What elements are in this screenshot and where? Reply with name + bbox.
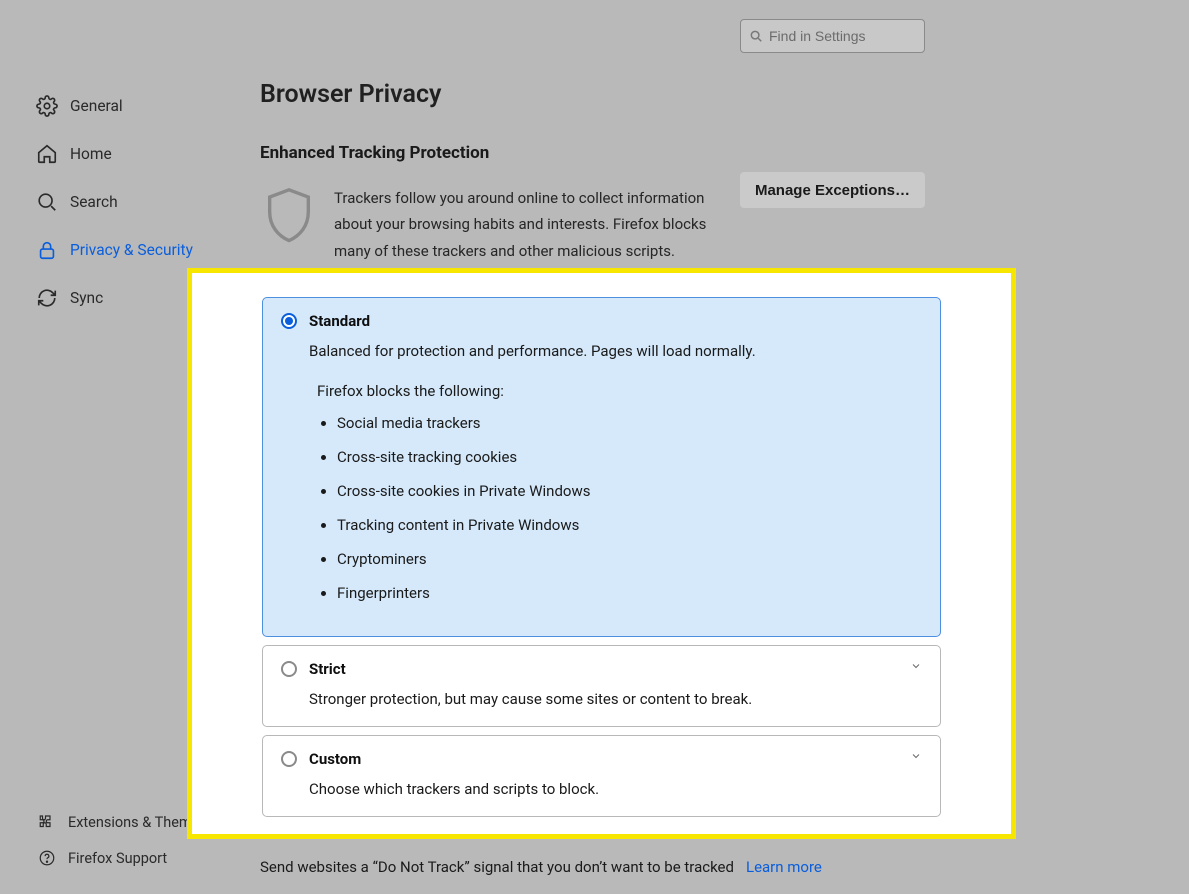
footer-firefox-support[interactable]: Firefox Support (38, 840, 258, 876)
home-icon (36, 143, 58, 165)
option-card-standard[interactable]: Standard Balanced for protection and per… (262, 297, 941, 637)
sidebar-item-label: Sync (70, 289, 103, 307)
list-item: Fingerprinters (337, 584, 922, 602)
do-not-track-text: Send websites a “Do Not Track” signal th… (260, 858, 822, 876)
sidebar-item-home[interactable]: Home (36, 130, 236, 178)
option-title-strict: Strict (309, 660, 346, 678)
section-title-etp: Enhanced Tracking Protection (260, 143, 940, 163)
lock-icon (36, 239, 58, 261)
sidebar-item-general[interactable]: General (36, 82, 236, 130)
radio-standard[interactable] (281, 313, 297, 329)
sidebar-item-label: Home (70, 145, 112, 163)
option-desc-custom: Choose which trackers and scripts to blo… (309, 780, 922, 798)
puzzle-icon (38, 813, 56, 831)
option-card-custom[interactable]: Custom Choose which trackers and scripts… (262, 735, 941, 817)
help-icon (38, 849, 56, 867)
search-icon (749, 29, 763, 43)
sidebar-item-label: General (70, 97, 123, 115)
shield-icon (260, 185, 318, 247)
gear-icon (36, 95, 58, 117)
standard-blocks-intro: Firefox blocks the following: (317, 382, 922, 400)
option-desc-strict: Stronger protection, but may cause some … (309, 690, 922, 708)
option-desc-standard: Balanced for protection and performance.… (309, 342, 922, 360)
list-item: Tracking content in Private Windows (337, 516, 922, 534)
chevron-down-icon[interactable] (910, 750, 922, 762)
sidebar-item-privacy-security[interactable]: Privacy & Security (36, 226, 236, 274)
list-item: Cross-site cookies in Private Windows (337, 482, 922, 500)
list-item: Social media trackers (337, 414, 922, 432)
option-title-standard: Standard (309, 312, 370, 330)
list-item: Cryptominers (337, 550, 922, 568)
tracking-protection-options-highlight: Standard Balanced for protection and per… (187, 268, 1016, 839)
radio-custom[interactable] (281, 751, 297, 767)
option-title-custom: Custom (309, 750, 361, 768)
chevron-down-icon[interactable] (910, 660, 922, 672)
option-card-strict[interactable]: Strict Stronger protection, but may caus… (262, 645, 941, 727)
list-item: Cross-site tracking cookies (337, 448, 922, 466)
radio-strict[interactable] (281, 661, 297, 677)
footer-label: Extensions & Themes (68, 814, 207, 831)
sidebar-item-label: Privacy & Security (70, 241, 193, 259)
settings-search-field[interactable] (740, 19, 925, 53)
sidebar-item-search[interactable]: Search (36, 178, 236, 226)
search-input[interactable] (769, 28, 916, 44)
sync-icon (36, 287, 58, 309)
search-icon (36, 191, 58, 213)
sidebar-item-label: Search (70, 193, 118, 211)
etp-description: Trackers follow you around online to col… (334, 185, 734, 264)
page-title: Browser Privacy (260, 80, 940, 109)
footer-label: Firefox Support (68, 850, 167, 867)
dnt-description: Send websites a “Do Not Track” signal th… (260, 858, 734, 876)
standard-blocks-list: Social media trackers Cross-site trackin… (337, 414, 922, 602)
manage-exceptions-button[interactable]: Manage Exceptions… (740, 172, 925, 208)
dnt-learn-more-link[interactable]: Learn more (746, 858, 822, 876)
